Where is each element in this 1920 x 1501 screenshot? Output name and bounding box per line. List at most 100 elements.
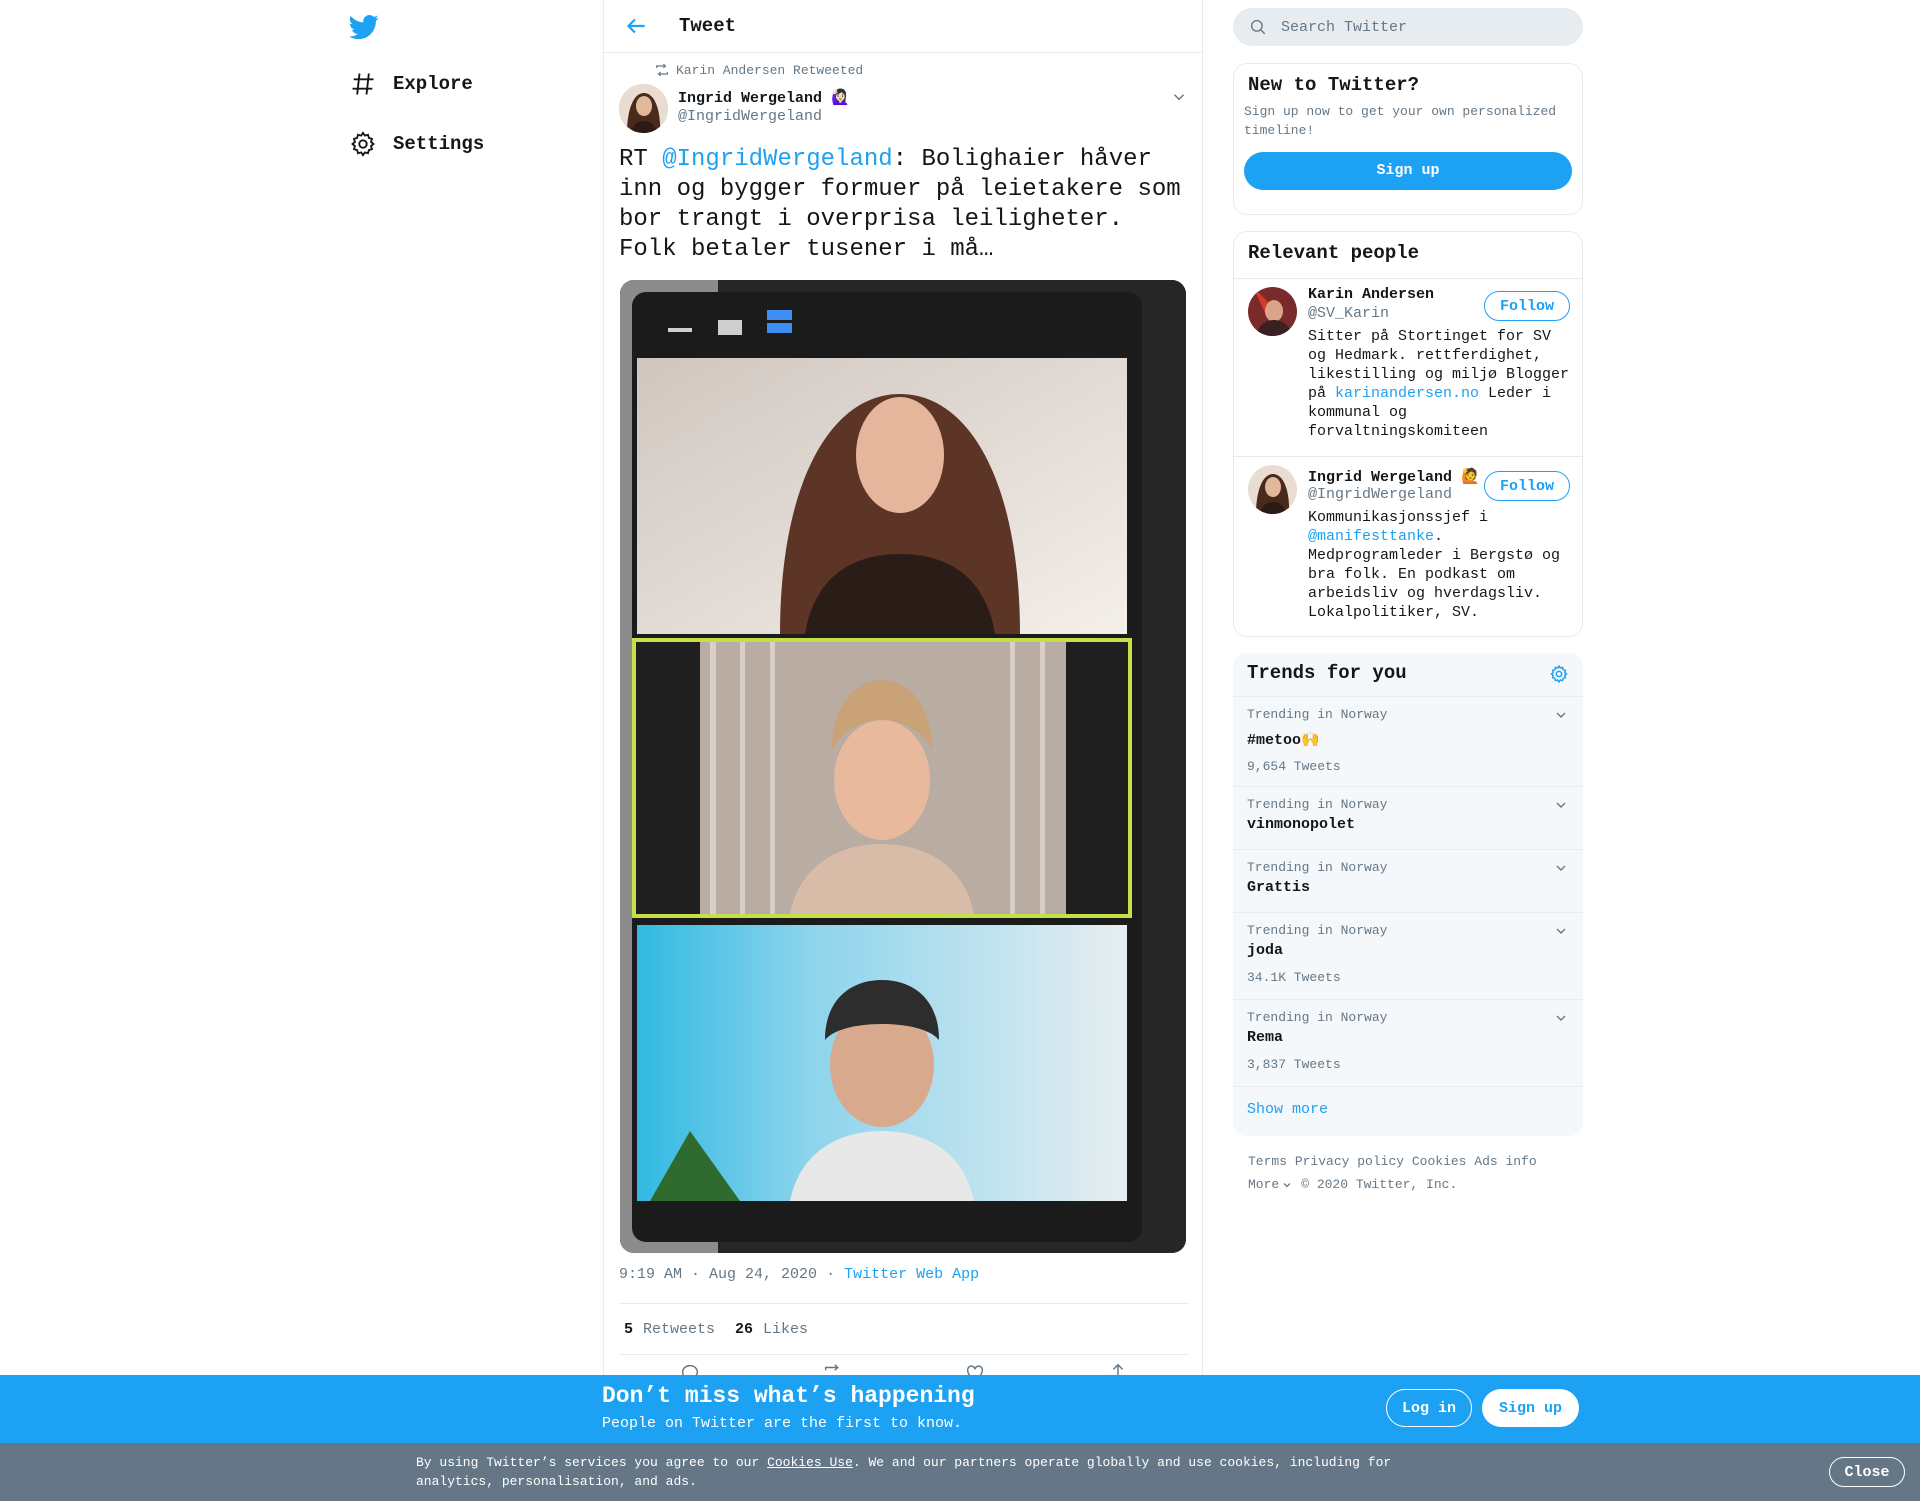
footer-privacy[interactable]: Privacy policy xyxy=(1295,1154,1404,1169)
footer-ads[interactable]: Ads info xyxy=(1474,1154,1536,1169)
cookies-use-link[interactable]: Cookies Use xyxy=(767,1455,853,1470)
trend-name: Grattis xyxy=(1247,879,1311,896)
bio-mention-link[interactable]: @manifesttanke xyxy=(1308,528,1434,545)
person-handle[interactable]: @SV_Karin xyxy=(1308,305,1389,322)
author-emoji: 🙋🏻‍♀️ xyxy=(831,90,850,107)
likes-label[interactable]: Likes xyxy=(763,1321,808,1338)
hashtag-icon xyxy=(352,73,374,95)
relevant-people-title: Relevant people xyxy=(1248,242,1420,264)
footer-more[interactable]: More xyxy=(1248,1177,1279,1192)
nav-settings-label: Settings xyxy=(393,133,485,155)
person-name[interactable]: Karin Andersen xyxy=(1308,286,1434,303)
bio-link[interactable]: karinandersen.no xyxy=(1335,385,1479,402)
signup-button[interactable]: Sign up xyxy=(1482,1389,1579,1427)
gear-icon[interactable] xyxy=(1549,664,1569,684)
trend-emoji: 🙌 xyxy=(1301,732,1320,749)
trend-context: Trending in Norway xyxy=(1247,1010,1388,1025)
twitter-logo-icon[interactable] xyxy=(349,12,379,42)
follow-button[interactable]: Follow xyxy=(1484,291,1570,321)
person-handle[interactable]: @IngridWergeland xyxy=(1308,486,1452,503)
chevron-down-icon[interactable] xyxy=(1553,797,1569,813)
trend-count: 9,654 Tweets xyxy=(1247,759,1341,774)
tweet-media[interactable] xyxy=(620,280,1186,1253)
person-bio: Kommunikasjonssjef i @manifesttanke. Med… xyxy=(1308,509,1561,621)
tweet-stats: 5 Retweets 26 Likes xyxy=(619,1303,1189,1355)
retweet-icon xyxy=(656,63,668,77)
avatar[interactable] xyxy=(1248,465,1297,514)
person-card[interactable]: Karin Andersen @SV_Karin Follow Sitter p… xyxy=(1234,278,1582,456)
author-name[interactable]: Ingrid Wergeland 🙋🏻‍♀️ xyxy=(678,88,850,107)
chevron-down-icon[interactable] xyxy=(1553,707,1569,723)
nav-settings[interactable]: Settings xyxy=(349,124,484,164)
cookie-close-button[interactable]: Close xyxy=(1829,1457,1905,1487)
retweeted-by-label: Karin Andersen Retweeted xyxy=(676,62,864,78)
trends-title: Trends for you xyxy=(1247,662,1407,684)
search-box[interactable]: Search Twitter xyxy=(1233,8,1583,46)
trend-count: 34.1K Tweets xyxy=(1247,970,1341,985)
author-avatar[interactable] xyxy=(619,84,668,133)
person-emoji: 🙋 xyxy=(1461,469,1480,486)
tweet-text: RT @IngridWergeland: Bolighaier håver in… xyxy=(619,146,1181,263)
author-handle[interactable]: @IngridWergeland xyxy=(678,108,822,125)
cookie-bar: By using Twitter’s services you agree to… xyxy=(0,1443,1920,1501)
search-icon xyxy=(1250,19,1266,35)
trend-context: Trending in Norway xyxy=(1247,797,1388,812)
trend-name: vinmonopolet xyxy=(1247,816,1356,833)
tweet-meta: 9:19 AM · Aug 24, 2020 · Twitter Web App xyxy=(619,1266,980,1283)
tweet-header: Tweet xyxy=(604,0,1202,53)
trend-count: 3,837 Tweets xyxy=(1247,1057,1341,1072)
retweet-context[interactable]: Karin Andersen Retweeted xyxy=(654,62,863,78)
footer-terms[interactable]: Terms xyxy=(1248,1154,1287,1169)
trend-name: Rema xyxy=(1247,1029,1284,1046)
chevron-down-icon[interactable] xyxy=(1553,860,1569,876)
new-to-twitter-card: New to Twitter? Sign up now to get your … xyxy=(1233,63,1583,215)
chevron-down-icon[interactable] xyxy=(1553,1010,1569,1026)
login-button[interactable]: Log in xyxy=(1386,1389,1472,1427)
chevron-down-icon[interactable] xyxy=(1553,923,1569,939)
tweet-timestamp[interactable]: 9:19 AM · Aug 24, 2020 xyxy=(619,1266,817,1283)
search-input[interactable]: Search Twitter xyxy=(1281,19,1407,36)
show-more-row[interactable]: Show more xyxy=(1233,1086,1583,1136)
trend-name: joda xyxy=(1247,942,1284,959)
new-to-twitter-text: Sign up now to get your own personalized… xyxy=(1244,104,1557,138)
retweets-label[interactable]: Retweets xyxy=(643,1321,715,1338)
signup-banner: Don’t miss what’s happening People on Tw… xyxy=(0,1375,1920,1443)
trend-item[interactable]: Trending in Norway #metoo🙌 9,654 Tweets xyxy=(1233,696,1583,786)
likes-count[interactable]: 26 xyxy=(735,1321,753,1338)
trend-item[interactable]: Trending in Norway joda 34.1K Tweets xyxy=(1233,912,1583,999)
person-card[interactable]: Ingrid Wergeland 🙋 @IngridWergeland Foll… xyxy=(1234,456,1582,636)
trend-item[interactable]: Trending in Norway Grattis xyxy=(1233,849,1583,912)
chevron-down-icon[interactable] xyxy=(1281,1179,1293,1191)
main-column: Tweet Karin Andersen Retweeted Ingrid We… xyxy=(603,0,1203,1383)
trends-card: Trends for you Trending in Norway #metoo… xyxy=(1233,653,1583,1136)
banner-subtext: People on Twitter are the first to know. xyxy=(602,1415,963,1432)
footer-copyright: © 2020 Twitter, Inc. xyxy=(1301,1177,1458,1192)
trend-item[interactable]: Trending in Norway Rema 3,837 Tweets xyxy=(1233,999,1583,1086)
trend-item[interactable]: Trending in Norway vinmonopolet xyxy=(1233,786,1583,849)
new-to-twitter-title: New to Twitter? xyxy=(1248,74,1420,96)
person-name[interactable]: Ingrid Wergeland 🙋 xyxy=(1308,467,1483,486)
show-more-link[interactable]: Show more xyxy=(1247,1101,1328,1118)
back-arrow-icon[interactable] xyxy=(623,13,649,39)
trend-context: Trending in Norway xyxy=(1247,860,1388,875)
chevron-down-icon[interactable] xyxy=(1170,88,1188,106)
person-bio: Sitter på Stortinget for SV og Hedmark. … xyxy=(1308,328,1570,440)
follow-button[interactable]: Follow xyxy=(1484,471,1570,501)
trend-context: Trending in Norway xyxy=(1247,707,1388,722)
nav-explore-label: Explore xyxy=(393,73,473,95)
banner-headline: Don’t miss what’s happening xyxy=(602,1383,975,1409)
retweets-count[interactable]: 5 xyxy=(624,1321,633,1338)
footer-cookies[interactable]: Cookies xyxy=(1412,1154,1467,1169)
avatar[interactable] xyxy=(1248,287,1297,336)
tweet-source-link[interactable]: Twitter Web App xyxy=(844,1266,979,1283)
page-title: Tweet xyxy=(679,15,737,37)
nav-explore[interactable]: Explore xyxy=(349,64,473,104)
footer-links: Terms Privacy policy Cookies Ads info xyxy=(1248,1154,1537,1169)
trend-context: Trending in Norway xyxy=(1247,923,1388,938)
trend-name: #metoo🙌 xyxy=(1247,732,1320,749)
tweet-mention-link[interactable]: @IngridWergeland xyxy=(662,146,892,173)
cookie-text: By using Twitter’s services you agree to… xyxy=(416,1455,1392,1489)
gear-icon xyxy=(351,131,375,157)
sidebar-signup-button[interactable]: Sign up xyxy=(1244,152,1572,190)
relevant-people-card: Relevant people Karin Andersen @SV_Karin… xyxy=(1233,231,1583,637)
